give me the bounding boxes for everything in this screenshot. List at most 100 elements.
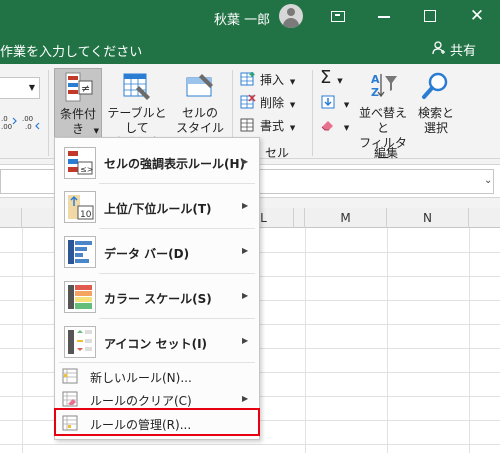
number-format-dropdown[interactable]: ▼ (0, 77, 40, 99)
clear-button[interactable]: ▼ (320, 116, 349, 136)
menu-item-label: アイコン セット(I) (104, 337, 208, 351)
menu-separator (99, 318, 255, 319)
menu-item-label: ルールのクリア(C) (90, 394, 192, 408)
chevron-down-icon: ▼ (343, 101, 350, 109)
format-button[interactable]: 書式 ▼ (240, 116, 295, 136)
increase-decimal-button[interactable]: .0.00 (1, 114, 17, 133)
chevron-down-icon: ▼ (289, 124, 296, 132)
chevron-down-icon: ▼ (28, 83, 35, 92)
conditional-formatting-button[interactable]: ≠ 条件付き 書式 ▼ (54, 68, 102, 151)
close-icon: ✕ (469, 6, 485, 26)
menu-separator (99, 273, 255, 274)
close-button[interactable]: ✕ (458, 0, 494, 34)
svg-text:.0: .0 (1, 115, 8, 123)
person-icon (432, 41, 445, 55)
menu-item-label: 上位/下位ルール(T) (104, 202, 212, 216)
submenu-arrow-icon: ▶ (242, 246, 249, 255)
magnifier-icon (422, 72, 448, 99)
submenu-arrow-icon: ▶ (242, 291, 249, 300)
format-label: 書式 (260, 119, 285, 133)
avatar-icon[interactable] (279, 4, 303, 28)
data-bars-icon (64, 236, 96, 268)
svg-text:≠: ≠ (81, 82, 90, 95)
share-button[interactable]: 共有 (432, 40, 476, 59)
column-header-n[interactable]: N (387, 208, 469, 228)
column-header-m[interactable]: M (305, 208, 387, 228)
chevron-down-icon: ▼ (343, 124, 350, 132)
menu-item-label: カラー スケール(S) (104, 292, 212, 306)
svg-text:.00: .00 (22, 115, 33, 123)
menu-item-color-scales[interactable]: カラー スケール(S) ▶ (56, 276, 258, 318)
highlight-cells-rules-icon: ≤> (64, 147, 96, 179)
insert-button[interactable]: 挿入 ▼ (240, 70, 295, 90)
menu-item-highlight-cells-rules[interactable]: ≤> セルの強調表示ルール(H) ▶ (56, 142, 258, 184)
submenu-arrow-icon: ▶ (242, 157, 249, 166)
menu-item-top-bottom-rules[interactable]: 10 上位/下位ルール(T) ▶ (56, 186, 258, 228)
maximize-icon (424, 10, 436, 22)
format-as-table-icon (123, 73, 150, 100)
cells-group-label: セル (265, 146, 290, 160)
menu-item-icon-sets[interactable]: アイコン セット(I) ▶ (56, 321, 258, 363)
delete-cells-icon (240, 94, 256, 109)
submenu-arrow-icon: ▶ (242, 201, 249, 210)
delete-button[interactable]: 削除 ▼ (240, 93, 295, 113)
delete-label: 削除 (260, 96, 285, 110)
svg-text:≤>: ≤> (80, 165, 93, 174)
decrease-decimal-icon: .00.0 (22, 115, 40, 131)
icon-sets-icon (64, 326, 96, 358)
increase-decimal-icon: .0.00 (1, 115, 17, 131)
user-name[interactable]: 秋葉 一郎 (214, 9, 270, 28)
svg-text:A: A (371, 73, 380, 86)
svg-text:10: 10 (80, 210, 92, 220)
menu-item-data-bars[interactable]: データ バー(D) ▶ (56, 231, 258, 273)
menu-item-label: 新しいルール(N)... (90, 371, 192, 385)
svg-text:.00: .00 (1, 123, 12, 130)
autosum-button[interactable]: Σ ▼ (320, 68, 343, 88)
select-all-corner[interactable] (0, 208, 22, 228)
decrease-decimal-button[interactable]: .00.0 (22, 114, 40, 133)
minimize-icon (378, 16, 390, 18)
insert-label: 挿入 (260, 73, 285, 87)
clear-rules-icon (62, 391, 78, 407)
cell-styles-button[interactable]: セルの スタイル (173, 68, 227, 140)
format-as-table-button[interactable]: テーブルとして 書式設定 (104, 68, 170, 150)
cell-styles-label: セルの スタイル (175, 106, 224, 135)
menu-item-new-rule[interactable]: 新しいルール(N)... (56, 365, 258, 387)
ribbon-separator (48, 70, 49, 156)
menu-separator (99, 228, 255, 229)
format-cells-icon (240, 118, 254, 132)
menu-separator (99, 183, 255, 184)
top-bottom-rules-icon: 10 (64, 191, 96, 223)
conditional-formatting-menu: ≤> セルの強調表示ルール(H) ▶ 10 上位/下位ルール(T) ▶ データ … (54, 137, 260, 440)
share-label: 共有 (450, 44, 477, 59)
autosum-icon: Σ (320, 67, 332, 88)
submenu-arrow-icon: ▶ (242, 336, 249, 345)
title-bar: 秋葉 一郎 ✕ (0, 0, 500, 34)
insert-cells-icon (240, 72, 255, 86)
sort-filter-button[interactable]: A Z 並べ替えと フィルター (355, 68, 411, 165)
svg-text:.0: .0 (25, 123, 32, 130)
ribbon-display-options-button[interactable] (320, 0, 356, 34)
editing-group-label: 編集 (374, 146, 399, 160)
minimize-button[interactable] (366, 0, 402, 34)
cell-styles-icon (186, 74, 213, 97)
chevron-down-icon: ▼ (337, 77, 343, 85)
maximize-button[interactable] (412, 0, 448, 34)
conditional-formatting-icon: ≠ (65, 72, 93, 102)
menu-separator (59, 362, 255, 363)
fill-button[interactable]: ▼ (320, 93, 349, 113)
find-select-label: 検索と 選択 (417, 106, 454, 135)
tell-me-input[interactable]: 作業を入力してください (0, 41, 142, 60)
sort-filter-icon: A Z (371, 73, 397, 99)
menu-item-clear-rules[interactable]: ルールのクリア(C) ▶ (56, 388, 258, 410)
ribbon-separator (312, 70, 313, 156)
chevron-down-icon: ▼ (289, 101, 296, 109)
manage-rules-highlight-box (54, 408, 260, 436)
menu-item-label: データ バー(D) (104, 247, 190, 261)
tell-me-bar: 作業を入力してください 共有 (0, 34, 500, 64)
expand-formula-bar-icon[interactable]: ⌄ (484, 175, 492, 186)
find-select-button[interactable]: 検索と 選択 (414, 68, 458, 140)
fill-down-icon (321, 95, 335, 109)
ribbon-display-options-icon (331, 11, 345, 22)
menu-item-label: セルの強調表示ルール(H) (104, 157, 246, 171)
